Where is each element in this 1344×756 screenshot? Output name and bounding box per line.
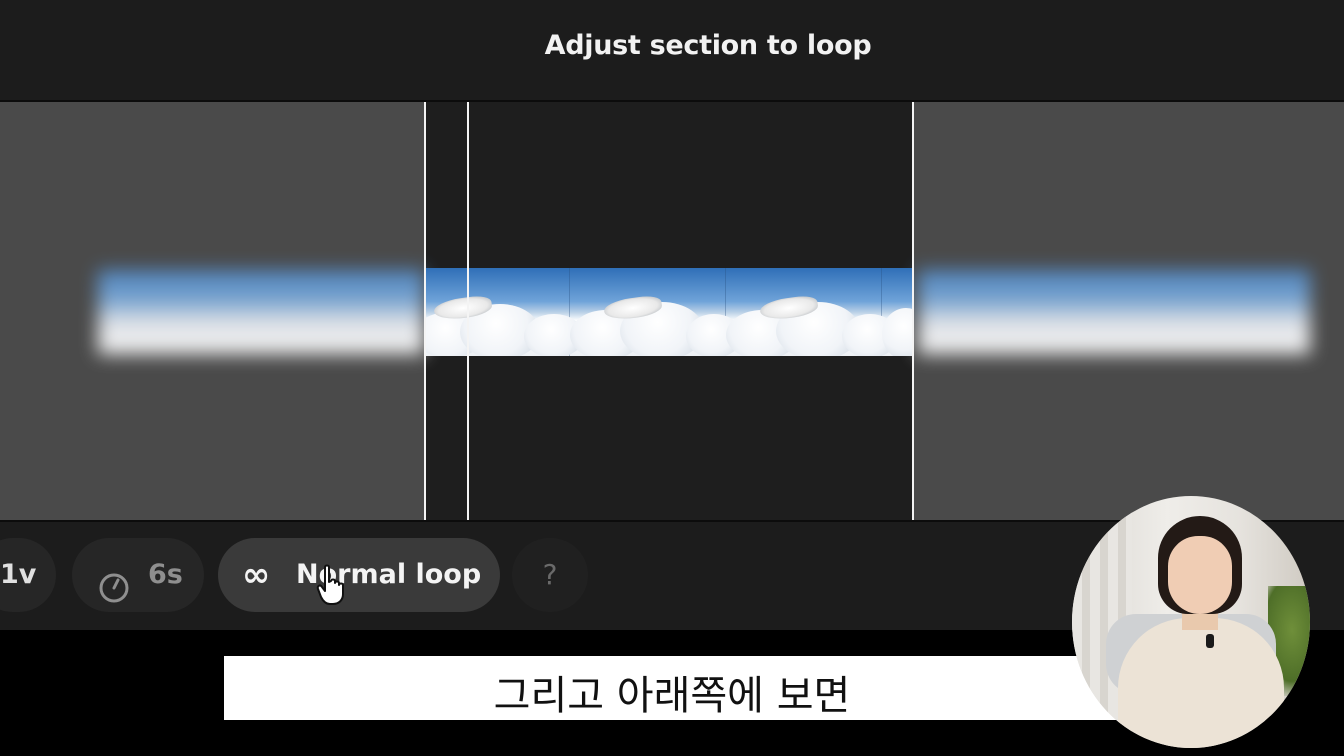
infinity-icon: ∞ bbox=[242, 555, 271, 595]
help-button[interactable]: ? bbox=[512, 538, 588, 612]
blurred-frames-right bbox=[918, 270, 1310, 354]
video-frame: Adjust section to loop 1v 6s ∞ Normal lo… bbox=[0, 0, 1344, 756]
duration-label: 6s bbox=[148, 559, 183, 590]
selected-clip-strip bbox=[426, 268, 914, 356]
loop-mode-button[interactable]: ∞ Normal loop bbox=[218, 538, 500, 612]
loop-start-handle[interactable] bbox=[424, 102, 426, 522]
help-label: ? bbox=[542, 558, 558, 591]
clip-frame bbox=[426, 268, 584, 356]
clip-frame bbox=[570, 268, 742, 356]
blurred-frames-left bbox=[98, 270, 424, 354]
playhead[interactable] bbox=[467, 102, 469, 522]
clock-icon bbox=[98, 559, 130, 633]
clip-frame bbox=[726, 268, 898, 356]
subtitle-caption: 그리고 아래쪽에 보면 bbox=[224, 656, 1120, 720]
hand-pointer-icon bbox=[316, 564, 348, 610]
version-label: 1v bbox=[0, 559, 37, 590]
version-button[interactable]: 1v bbox=[0, 538, 56, 612]
loop-timeline[interactable] bbox=[0, 100, 1344, 522]
lapel-mic bbox=[1206, 634, 1214, 648]
dialog-title: Adjust section to loop bbox=[544, 30, 872, 61]
presenter-webcam bbox=[1072, 496, 1310, 748]
loop-end-handle[interactable] bbox=[912, 102, 914, 522]
duration-button[interactable]: 6s bbox=[72, 538, 204, 612]
dialog-header: Adjust section to loop bbox=[0, 0, 1344, 100]
clip-frame bbox=[882, 268, 914, 356]
subtitle-text: 그리고 아래쪽에 보면 bbox=[493, 673, 851, 719]
